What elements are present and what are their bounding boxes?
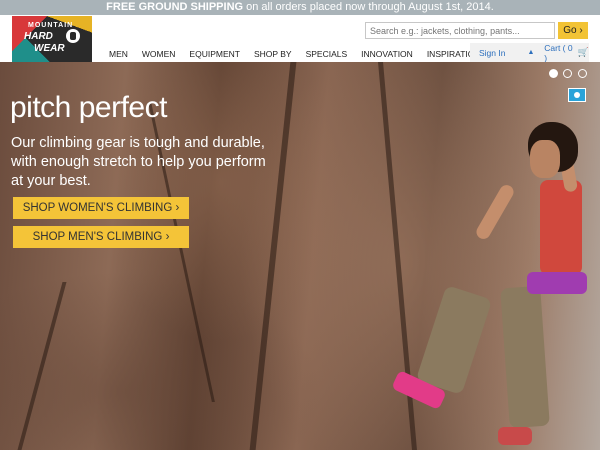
- brand-logo[interactable]: MOUNTAIN HARD WEAR: [12, 16, 92, 62]
- search-go-button[interactable]: Go ›: [558, 22, 588, 39]
- climber-leg: [415, 285, 493, 395]
- promo-bar: FREE GROUND SHIPPING on all orders place…: [0, 0, 600, 15]
- nav-item-equipment[interactable]: EQUIPMENT: [182, 47, 247, 61]
- main-nav: MEN WOMEN EQUIPMENT SHOP BY SPECIALS INN…: [102, 47, 488, 61]
- carousel-dot-3[interactable]: [578, 69, 587, 78]
- nav-item-men[interactable]: MEN: [102, 47, 135, 61]
- rock-crack: [17, 282, 67, 450]
- logo-line1: MOUNTAIN: [28, 22, 74, 29]
- carousel-dot-1[interactable]: [549, 69, 558, 78]
- logo-line2: HARD: [24, 31, 53, 42]
- nav-item-shop-by[interactable]: SHOP BY: [247, 47, 299, 61]
- logo-mark-icon: [66, 29, 80, 43]
- rock-crack: [249, 62, 297, 450]
- climber-face: [530, 140, 560, 178]
- cart-link[interactable]: Cart ( 0 ): [536, 43, 574, 63]
- shop-womens-climbing-button[interactable]: SHOP WOMEN'S CLIMBING ›: [13, 197, 189, 219]
- account-bar: Sign In ▲ Cart ( 0 ) 🛒: [470, 43, 589, 63]
- logo-line3: WEAR: [34, 43, 65, 54]
- climber-shoe: [498, 427, 532, 445]
- camera-icon[interactable]: [568, 88, 586, 102]
- nav-item-innovation[interactable]: INNOVATION: [354, 47, 420, 61]
- sign-in-link[interactable]: Sign In: [470, 48, 527, 58]
- cart-icon[interactable]: 🛒: [578, 47, 589, 58]
- nav-item-women[interactable]: WOMEN: [135, 47, 183, 61]
- promo-text: on all orders placed now through August …: [243, 1, 494, 13]
- climber-harness: [527, 272, 587, 294]
- climber-leg: [500, 285, 550, 429]
- nav-item-specials[interactable]: SPECIALS: [299, 47, 355, 61]
- climber-torso: [540, 180, 582, 275]
- hero-description: Our climbing gear is tough and durable, …: [11, 135, 266, 189]
- climber-arm: [473, 182, 517, 242]
- search-input[interactable]: [365, 22, 555, 39]
- carousel-dot-2[interactable]: [563, 69, 572, 78]
- promo-bold: FREE GROUND SHIPPING: [106, 1, 244, 13]
- hero-title: pitch perfect: [10, 91, 167, 124]
- shop-mens-climbing-button[interactable]: SHOP MEN'S CLIMBING ›: [13, 226, 189, 248]
- caret-up-icon[interactable]: ▲: [527, 49, 536, 56]
